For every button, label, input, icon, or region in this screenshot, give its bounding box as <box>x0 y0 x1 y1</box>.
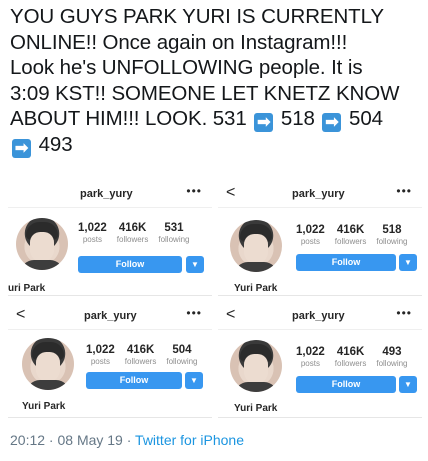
posts-stat[interactable]: 1,022 posts <box>296 224 325 247</box>
profile-name: uri Park <box>8 283 46 294</box>
profile-name: Yuri Park <box>234 403 278 414</box>
chevron-down-icon[interactable]: ▼ <box>399 376 417 393</box>
tweet-footer: 20:12 · 08 May 19 · Twitter for iPhone <box>10 432 244 448</box>
more-options-icon[interactable]: ••• <box>186 184 202 198</box>
profile-topbar: < park_yury ••• <box>8 302 212 330</box>
followers-label: followers <box>116 235 149 244</box>
instagram-profile-card: park_yury ••• 1,022 posts 416K followers 5… <box>8 180 212 296</box>
posts-count: 1,022 <box>78 222 107 234</box>
follow-button[interactable]: Follow <box>296 376 396 393</box>
chevron-down-icon[interactable]: ▼ <box>185 372 203 389</box>
follow-button[interactable]: Follow <box>296 254 396 271</box>
followers-label: followers <box>124 357 157 366</box>
tweet-line: ONLINE!! Once again on Instagram!!! <box>10 30 348 54</box>
right-arrow-icon: ➡ <box>254 113 274 132</box>
posts-count: 1,022 <box>296 224 325 236</box>
profile-username: park_yury <box>80 188 133 200</box>
tweet-line: ABOUT HIM!!! LOOK. 531 ➡ 518 ➡ 504 <box>10 106 420 132</box>
followers-label: followers <box>334 359 367 368</box>
follow-button[interactable]: Follow <box>78 256 182 273</box>
posts-label: posts <box>90 357 110 366</box>
following-label: following <box>166 357 198 366</box>
posts-label: posts <box>300 359 320 368</box>
avatar <box>16 218 68 270</box>
followers-count: 416K <box>336 346 365 358</box>
instagram-profile-card: < park_yury ••• 1,022 posts 416K followers… <box>8 302 212 418</box>
posts-stat[interactable]: 1,022 posts <box>78 222 107 245</box>
followers-stat[interactable]: 416K followers <box>117 222 149 245</box>
profile-topbar: park_yury ••• <box>8 180 212 208</box>
profile-stats: 1,022 posts 416K followers 493 following <box>296 346 408 369</box>
tweet-text: YOU GUYS PARK YURI IS CURRENTLY ONLINE!!… <box>10 4 420 158</box>
more-options-icon[interactable]: ••• <box>396 306 412 320</box>
profile-username: park_yury <box>84 310 137 322</box>
followers-count: 416K <box>126 344 155 356</box>
chevron-down-icon[interactable]: ▼ <box>399 254 417 271</box>
following-count-text: 504 <box>349 107 383 130</box>
posts-stat[interactable]: 1,022 posts <box>86 344 115 367</box>
avatar <box>230 340 282 392</box>
tweet-line: ➡ 493 <box>10 132 420 158</box>
tweet-line: YOU GUYS PARK YURI IS CURRENTLY <box>10 5 384 28</box>
avatar <box>22 338 74 390</box>
following-count: 531 <box>164 222 184 234</box>
avatar <box>230 220 282 272</box>
back-chevron-icon[interactable]: < <box>226 306 235 324</box>
following-label: following <box>158 235 190 244</box>
profile-name: Yuri Park <box>234 283 278 294</box>
back-chevron-icon[interactable]: < <box>16 306 25 324</box>
following-count-text: 518 <box>280 107 315 130</box>
posts-label: posts <box>300 237 320 246</box>
screenshot-grid: park_yury ••• 1,022 posts 416K followers 5… <box>8 180 422 418</box>
following-stat[interactable]: 518 following <box>376 224 407 247</box>
followers-count: 416K <box>336 224 365 236</box>
tweet-line: 3:09 KST!! SOMEONE LET KNETZ KNOW <box>10 81 400 105</box>
following-count-text: 493 <box>38 133 73 156</box>
profile-stats: 1,022 posts 416K followers 518 following <box>296 224 408 247</box>
back-chevron-icon[interactable]: < <box>226 184 235 202</box>
posts-count: 1,022 <box>296 346 325 358</box>
right-arrow-icon: ➡ <box>322 113 342 132</box>
follow-button[interactable]: Follow <box>86 372 182 389</box>
instagram-profile-card: < park_yury ••• 1,022 posts 416K followers… <box>218 180 422 296</box>
following-label: following <box>376 237 408 246</box>
followers-stat[interactable]: 416K followers <box>335 224 367 247</box>
following-stat[interactable]: 531 following <box>158 222 189 245</box>
posts-stat[interactable]: 1,022 posts <box>296 346 325 369</box>
profile-stats: 1,022 posts 416K followers 504 following <box>86 344 198 367</box>
following-count: 518 <box>382 224 402 236</box>
more-options-icon[interactable]: ••• <box>396 184 412 198</box>
followers-stat[interactable]: 416K followers <box>335 346 367 369</box>
profile-name: Yuri Park <box>22 401 66 412</box>
instagram-profile-card: < park_yury ••• 1,022 posts 416K followers… <box>218 302 422 418</box>
tweet-line: Look he's UNFOLLOWING people. It is <box>10 56 363 79</box>
tweet-line-text: ABOUT HIM!!! LOOK. 531 <box>10 107 247 130</box>
profile-username: park_yury <box>292 188 345 200</box>
followers-stat[interactable]: 416K followers <box>125 344 157 367</box>
posts-count: 1,022 <box>86 344 115 356</box>
tweet-source-link[interactable]: Twitter for iPhone <box>135 432 244 448</box>
profile-username: park_yury <box>292 310 345 322</box>
profile-topbar: < park_yury ••• <box>218 302 422 330</box>
right-arrow-icon: ➡ <box>12 139 31 158</box>
following-count: 493 <box>382 346 402 358</box>
tweet-timestamp[interactable]: 20:12 · 08 May 19 · <box>10 432 135 448</box>
following-stat[interactable]: 504 following <box>166 344 197 367</box>
followers-label: followers <box>334 237 367 246</box>
posts-label: posts <box>82 235 102 244</box>
followers-count: 416K <box>118 222 147 234</box>
following-label: following <box>376 359 408 368</box>
profile-stats: 1,022 posts 416K followers 531 following <box>78 222 190 245</box>
following-count: 504 <box>172 344 192 356</box>
following-stat[interactable]: 493 following <box>376 346 407 369</box>
chevron-down-icon[interactable]: ▼ <box>186 256 204 273</box>
profile-topbar: < park_yury ••• <box>218 180 422 208</box>
more-options-icon[interactable]: ••• <box>186 306 202 320</box>
